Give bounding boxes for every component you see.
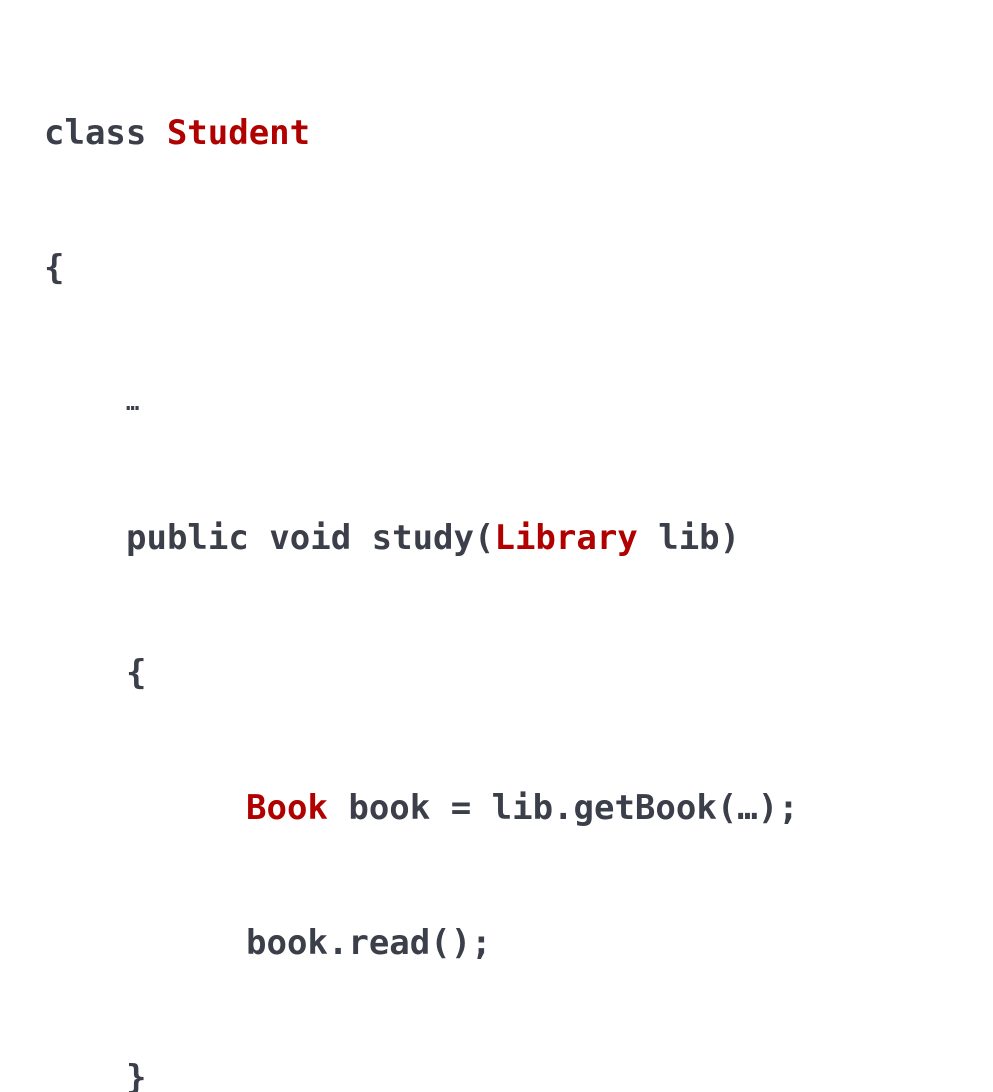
code-line-method-signature: public void study(Library lib) bbox=[44, 511, 799, 566]
code-line-method-close-brace: } bbox=[44, 1051, 799, 1092]
code-line-read-book: book.read(); bbox=[44, 916, 799, 971]
code-snippet: class Student { … public void study(Libr… bbox=[44, 26, 799, 1092]
code-line-method-open-brace: { bbox=[44, 646, 799, 701]
param-type-library: Library bbox=[494, 518, 638, 558]
type-book: Book bbox=[246, 788, 328, 828]
code-line-class-declaration: class Student bbox=[44, 106, 799, 161]
get-book-statement: book = lib.getBook(…); bbox=[327, 788, 799, 828]
method-open-brace: { bbox=[126, 653, 147, 693]
class-keyword: class bbox=[44, 113, 167, 153]
method-signature-suffix: lib) bbox=[637, 518, 741, 558]
code-line-get-book: Book book = lib.getBook(…); bbox=[44, 781, 799, 836]
class-name-student: Student bbox=[166, 113, 311, 153]
code-line-class-open-brace: { bbox=[44, 241, 799, 296]
ellipsis: … bbox=[126, 391, 140, 416]
code-line-ellipsis: … bbox=[44, 376, 799, 431]
read-book-statement: book.read(); bbox=[246, 923, 492, 963]
method-signature-prefix: public void study( bbox=[126, 518, 495, 558]
method-close-brace: } bbox=[126, 1058, 147, 1092]
open-brace: { bbox=[44, 248, 65, 288]
